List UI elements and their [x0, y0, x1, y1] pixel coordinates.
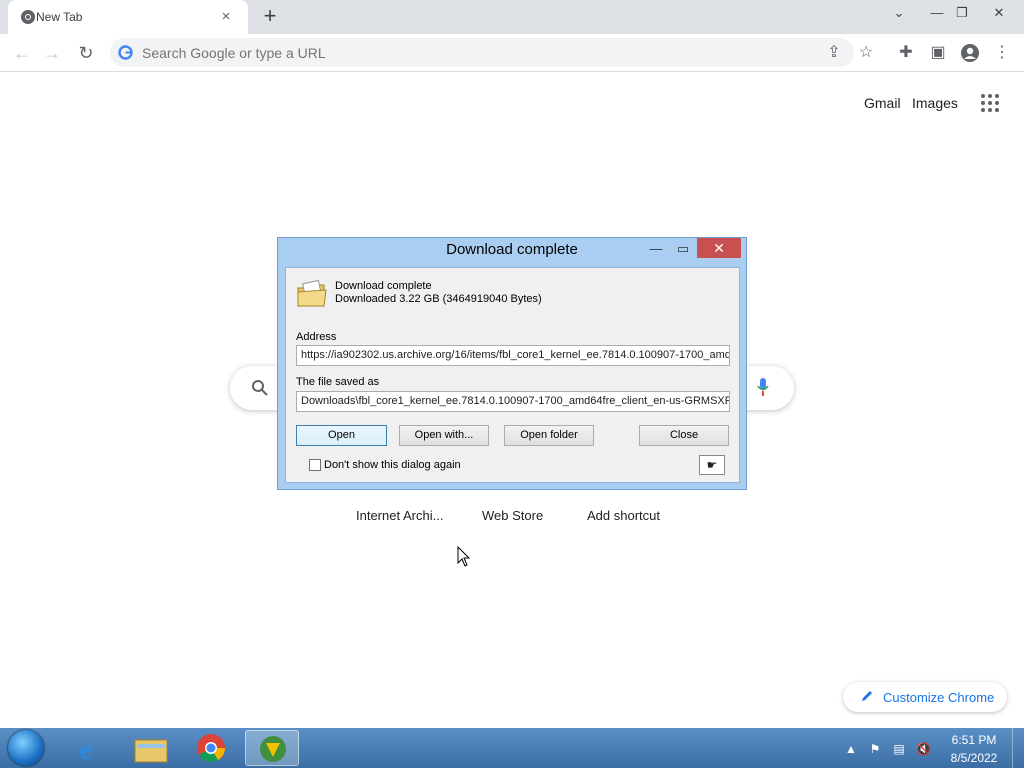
- clock-time[interactable]: 6:51 PM: [944, 733, 1004, 747]
- saved-as-field[interactable]: Downloads\fbl_core1_kernel_ee.7814.0.100…: [296, 391, 730, 412]
- menu-icon[interactable]: ⋮: [991, 42, 1013, 64]
- dialog-close-icon[interactable]: ✕: [697, 238, 741, 258]
- mouse-cursor-icon: [457, 546, 471, 567]
- profile-avatar-icon[interactable]: [960, 43, 980, 63]
- google-g-icon: [118, 45, 133, 60]
- address-field[interactable]: https://ia902302.us.archive.org/16/items…: [296, 345, 730, 366]
- tray-expand-icon[interactable]: ▲: [844, 742, 858, 756]
- search-icon: [252, 380, 268, 396]
- show-desktop-button[interactable]: [1012, 728, 1024, 768]
- tab-search-icon[interactable]: ⌄: [884, 0, 914, 30]
- shortcut-internet-archive[interactable]: Internet Archi...: [356, 508, 443, 523]
- taskbar-idm[interactable]: [245, 730, 299, 766]
- clock-date[interactable]: 8/5/2022: [944, 751, 1004, 765]
- chrome-taskbar-icon: [197, 734, 225, 762]
- file-explorer-icon: [134, 739, 168, 763]
- start-button[interactable]: [8, 730, 44, 766]
- open-folder-button[interactable]: Open folder: [504, 425, 594, 446]
- dialog-maximize-icon[interactable]: ▭: [673, 240, 693, 258]
- new-tab-button[interactable]: +: [260, 5, 280, 27]
- images-link[interactable]: Images: [912, 95, 958, 111]
- back-icon[interactable]: ←: [11, 42, 33, 64]
- download-size-text: Downloaded 3.22 GB (3464919040 Bytes): [335, 293, 542, 305]
- tab-close-icon[interactable]: ×: [218, 9, 234, 25]
- shortcut-web-store[interactable]: Web Store: [482, 508, 543, 523]
- close-button[interactable]: Close: [639, 425, 729, 446]
- action-center-flag-icon[interactable]: ⚑: [868, 742, 882, 756]
- taskbar-ie[interactable]: e: [64, 730, 118, 766]
- internet-explorer-icon: e: [79, 733, 92, 766]
- gmail-link[interactable]: Gmail: [864, 95, 901, 111]
- dialog-title: Download complete: [446, 241, 578, 258]
- volume-muted-icon[interactable]: 🔇: [916, 742, 931, 756]
- open-button[interactable]: Open: [296, 425, 387, 446]
- folder-icon: [297, 279, 327, 307]
- forward-icon[interactable]: →: [41, 42, 63, 64]
- svg-text:e: e: [79, 733, 92, 766]
- dialog-minimize-icon[interactable]: —: [646, 240, 666, 258]
- dont-show-checkbox[interactable]: [309, 459, 321, 471]
- chrome-icon: [21, 10, 35, 24]
- customize-chrome-label: Customize Chrome: [883, 690, 995, 705]
- shortcut-add[interactable]: Add shortcut: [587, 508, 660, 523]
- dont-show-label: Don't show this dialog again: [324, 459, 461, 471]
- bookmark-star-icon[interactable]: ☆: [855, 42, 877, 64]
- idm-hand-icon[interactable]: ☛: [699, 455, 725, 475]
- tab-title: New Tab: [36, 10, 83, 24]
- open-with-button[interactable]: Open with...: [399, 425, 489, 446]
- side-panel-icon[interactable]: ▣: [927, 42, 949, 64]
- taskbar-explorer[interactable]: [124, 730, 178, 766]
- extensions-icon[interactable]: ✚: [895, 42, 917, 64]
- omnibox-input[interactable]: [142, 45, 742, 61]
- address-label: Address: [296, 331, 337, 343]
- share-icon[interactable]: ⇪: [823, 42, 845, 64]
- microphone-icon[interactable]: [756, 377, 770, 397]
- google-apps-icon[interactable]: [981, 94, 999, 112]
- restore-icon[interactable]: ❐: [947, 0, 977, 30]
- idm-icon: [260, 736, 286, 762]
- reload-icon[interactable]: ↻: [75, 42, 97, 64]
- taskbar-chrome[interactable]: [184, 730, 238, 766]
- dialog-heading: Download complete: [335, 280, 432, 292]
- network-icon[interactable]: ▤: [892, 742, 906, 756]
- pencil-icon: [862, 691, 872, 701]
- window-close-icon[interactable]: ✕: [984, 0, 1014, 30]
- saved-as-label: The file saved as: [296, 376, 380, 388]
